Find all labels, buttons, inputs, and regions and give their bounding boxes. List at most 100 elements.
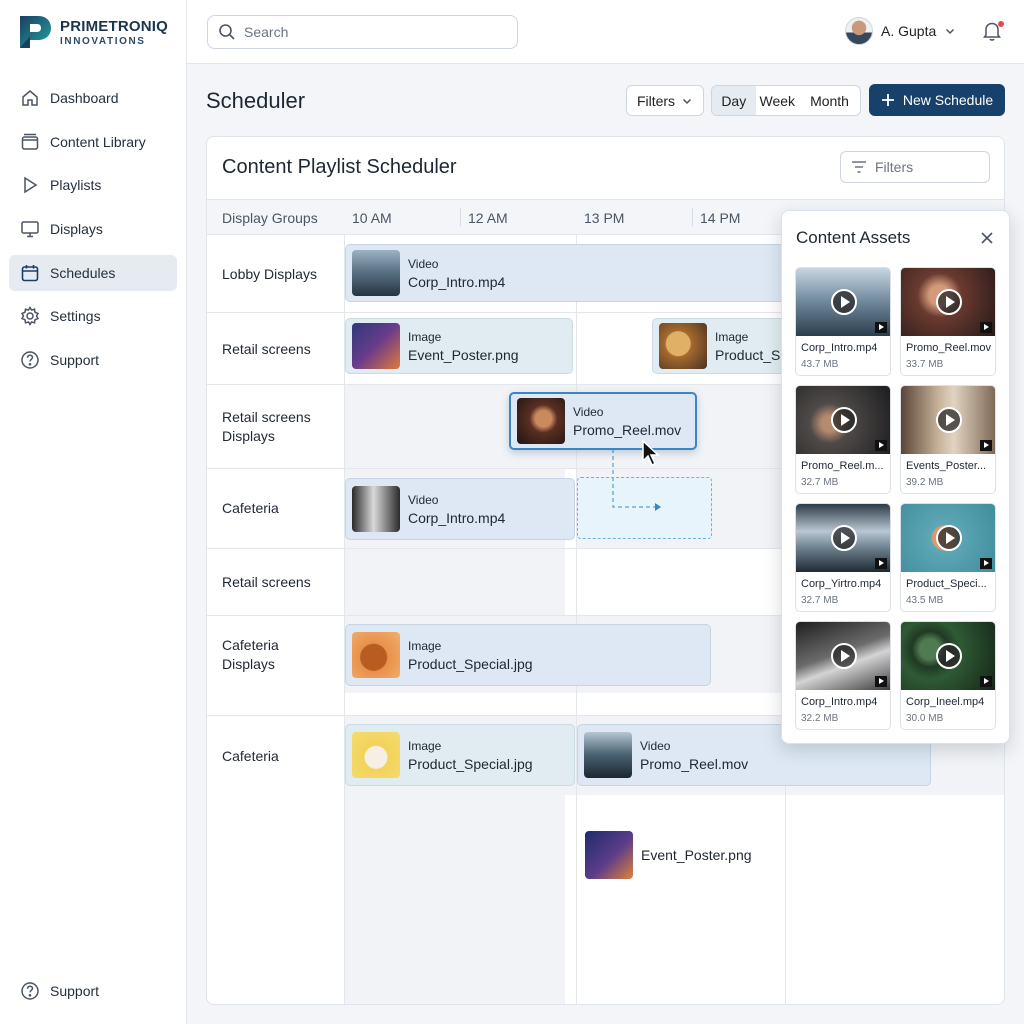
play-icon[interactable] bbox=[831, 525, 857, 551]
asset-size: 32.7 MB bbox=[801, 477, 839, 488]
time-label-12am: 12 AM bbox=[468, 210, 508, 226]
sidebar-item-dashboard[interactable]: Dashboard bbox=[9, 80, 177, 116]
new-schedule-label: New Schedule bbox=[902, 92, 994, 108]
search-input[interactable] bbox=[244, 24, 494, 40]
sidebar-item-displays[interactable]: Displays bbox=[9, 211, 177, 247]
row-label-lobby-displays: Lobby Displays bbox=[222, 266, 317, 282]
notification-dot bbox=[998, 21, 1004, 27]
event-file: Event_Poster.png bbox=[641, 847, 752, 863]
play-icon[interactable] bbox=[831, 407, 857, 433]
sidebar-item-playlists[interactable]: Playlists bbox=[9, 167, 177, 203]
sidebar-item-label: Dashboard bbox=[50, 90, 119, 106]
sidebar-item-settings[interactable]: Settings bbox=[9, 298, 177, 334]
notifications-button[interactable] bbox=[982, 20, 1004, 44]
schedule-event[interactable]: Video Corp_Intro.mp4 bbox=[345, 244, 790, 302]
event-type: Image bbox=[408, 638, 442, 653]
sidebar-item-label: Displays bbox=[50, 221, 103, 238]
play-icon[interactable] bbox=[936, 643, 962, 669]
asset-size: 32.2 MB bbox=[801, 713, 839, 724]
asset-name: Corp_Intro.mp4 bbox=[801, 696, 878, 708]
schedule-event[interactable]: Image Product_Special.jpg bbox=[345, 624, 711, 686]
sidebar-item-label: Schedules bbox=[50, 264, 116, 281]
row-label-retail-screens: Retail screens bbox=[222, 341, 311, 357]
view-week-button[interactable]: Week bbox=[756, 86, 800, 115]
page-title: Scheduler bbox=[206, 88, 306, 113]
asset-name: Promo_Reel.mov bbox=[906, 342, 991, 354]
play-icon[interactable] bbox=[831, 643, 857, 669]
time-label-13pm: 13 PM bbox=[584, 210, 625, 226]
user-menu[interactable]: A. Gupta bbox=[845, 17, 956, 45]
sidebar-item-label: Settings bbox=[50, 308, 101, 325]
asset-card[interactable]: Corp_Yirtro.mp4 32.7 MB bbox=[795, 503, 891, 612]
asset-size: 43.5 MB bbox=[906, 595, 944, 606]
plus-icon bbox=[881, 94, 894, 106]
asset-card[interactable]: Promo_Reel.m... 32.7 MB bbox=[795, 385, 891, 494]
asset-card[interactable]: Product_Speci... 43.5 MB bbox=[900, 503, 996, 612]
help-icon bbox=[21, 982, 39, 1000]
panel-title: Content Assets bbox=[796, 228, 911, 247]
top-bar: A. Gupta bbox=[187, 0, 1024, 64]
play-icon[interactable] bbox=[936, 289, 962, 315]
sidebar-item-label: Support bbox=[50, 983, 100, 999]
video-badge-icon bbox=[875, 558, 887, 569]
search-box[interactable] bbox=[207, 15, 518, 49]
event-file: Corp_Intro.mp4 bbox=[408, 273, 506, 290]
schedule-event-dragging[interactable]: Video Promo_Reel.mov bbox=[509, 392, 697, 450]
event-type: Image bbox=[408, 329, 442, 344]
monitor-icon bbox=[21, 221, 39, 238]
play-icon[interactable] bbox=[831, 289, 857, 315]
column-divider bbox=[576, 235, 577, 1004]
play-icon[interactable] bbox=[936, 407, 962, 433]
sidebar: PRIMETRONIQ INNOVATIONS Dashboard Conten… bbox=[0, 0, 187, 1024]
sidebar-nav: Dashboard Content Library Playlists Disp… bbox=[9, 80, 177, 386]
schedule-event[interactable]: Image Product_Sp bbox=[652, 318, 792, 374]
sidebar-item-support[interactable]: Support bbox=[9, 342, 177, 378]
event-file: Product_Special.jpg bbox=[408, 655, 533, 672]
row-label-cafeteria: Cafeteria bbox=[222, 748, 279, 764]
brand-name: PRIMETRONIQ bbox=[60, 17, 169, 35]
asset-name: Corp_Ineel.mp4 bbox=[906, 696, 985, 708]
filters-dropdown[interactable]: Filters bbox=[626, 85, 704, 116]
chevron-down-icon bbox=[946, 28, 955, 35]
timeslot-shade bbox=[345, 548, 565, 615]
user-name: A. Gupta bbox=[881, 23, 937, 39]
new-schedule-button[interactable]: New Schedule bbox=[869, 84, 1005, 116]
asset-card[interactable]: Corp_Intro.mp4 43.7 MB bbox=[795, 267, 891, 376]
sidebar-item-content-library[interactable]: Content Library bbox=[9, 124, 177, 160]
view-day-button[interactable]: Day bbox=[712, 86, 756, 115]
asset-card[interactable]: Promo_Reel.mov 33.7 MB bbox=[900, 267, 996, 376]
header-divider bbox=[692, 208, 693, 226]
asset-card[interactable]: Corp_Ineel.mp4 30.0 MB bbox=[900, 621, 996, 730]
filter-icon bbox=[852, 161, 866, 173]
gear-icon bbox=[20, 306, 40, 327]
unscheduled-item[interactable]: Event_Poster.png bbox=[585, 831, 752, 879]
event-file: Product_Sp bbox=[715, 346, 789, 363]
asset-card[interactable]: Events_Poster... 39.2 MB bbox=[900, 385, 996, 494]
sidebar-bottom-support[interactable]: Support bbox=[9, 973, 177, 1009]
asset-card[interactable]: Corp_Intro.mp4 32.2 MB bbox=[795, 621, 891, 730]
event-file: Promo_Reel.mov bbox=[640, 755, 749, 772]
asset-size: 43.7 MB bbox=[801, 359, 839, 370]
video-badge-icon bbox=[980, 676, 992, 687]
schedule-event[interactable]: Image Product_Special.jpg bbox=[345, 724, 575, 786]
video-thumbnail bbox=[584, 732, 632, 778]
asset-size: 39.2 MB bbox=[906, 477, 944, 488]
row-label-retail-screens-displays: Retail screens Displays bbox=[222, 409, 311, 444]
close-icon[interactable] bbox=[979, 230, 995, 246]
schedule-event[interactable]: Video Corp_Intro.mp4 bbox=[345, 478, 575, 540]
asset-name: Product_Speci... bbox=[906, 578, 987, 590]
sidebar-item-schedules[interactable]: Schedules bbox=[9, 254, 177, 291]
scheduler-filter-button[interactable]: Filters bbox=[840, 151, 990, 183]
play-icon[interactable] bbox=[936, 525, 962, 551]
video-thumbnail bbox=[352, 250, 400, 296]
asset-size: 32.7 MB bbox=[801, 595, 839, 606]
event-type: Video bbox=[640, 738, 671, 753]
content-assets-panel: Content Assets Corp_Intro.mp4 43.7 MB Pr… bbox=[781, 210, 1010, 744]
view-month-button[interactable]: Month bbox=[799, 86, 860, 115]
event-type: Video bbox=[573, 404, 604, 419]
schedule-event[interactable]: Image Event_Poster.png bbox=[345, 318, 573, 374]
brand-logo[interactable]: PRIMETRONIQ INNOVATIONS bbox=[18, 14, 168, 50]
event-file: Product_Special.jpg bbox=[408, 755, 533, 772]
video-badge-icon bbox=[980, 558, 992, 569]
video-thumbnail bbox=[352, 486, 400, 532]
